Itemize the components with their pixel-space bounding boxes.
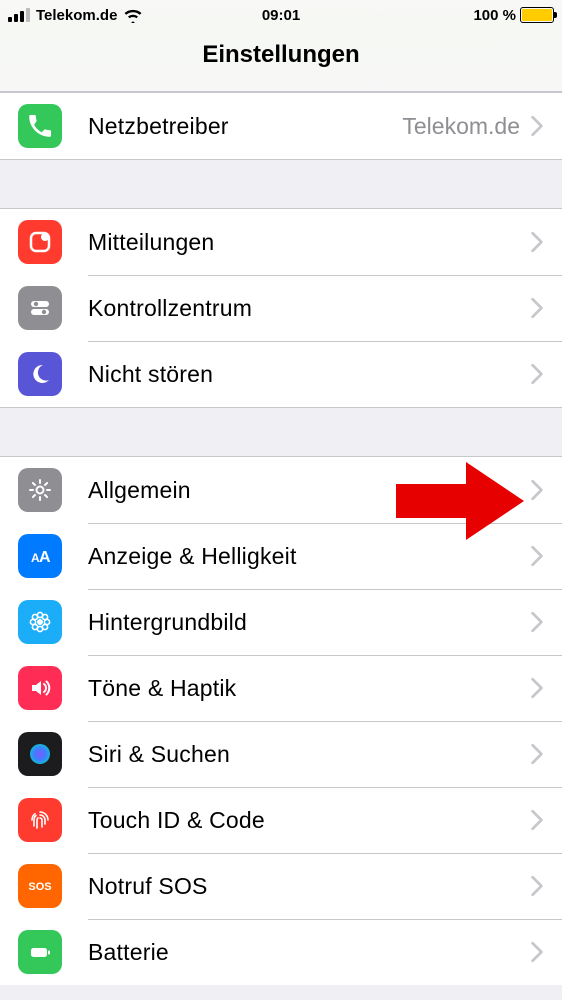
gear-icon (18, 468, 62, 512)
battery-icon (520, 7, 554, 23)
chevron-right-icon (530, 611, 544, 633)
textsize-icon (18, 534, 62, 578)
row-notifications-label: Mitteilungen (88, 229, 530, 256)
section-gap (0, 160, 562, 208)
chevron-right-icon (530, 297, 544, 319)
row-sounds-label: Töne & Haptik (88, 675, 530, 702)
row-carrier-label: Netzbetreiber (88, 113, 402, 140)
row-dnd[interactable]: Nicht stören (0, 341, 562, 407)
page-title: Einstellungen (0, 30, 562, 92)
row-sounds[interactable]: Töne & Haptik (0, 655, 562, 721)
fingerprint-icon (18, 798, 62, 842)
chevron-right-icon (530, 743, 544, 765)
settings-group-carrier: Netzbetreiber Telekom.de (0, 92, 562, 160)
phone-icon (18, 104, 62, 148)
chevron-right-icon (530, 677, 544, 699)
chevron-right-icon (530, 231, 544, 253)
row-siri[interactable]: Siri & Suchen (0, 721, 562, 787)
row-wallpaper[interactable]: Hintergrundbild (0, 589, 562, 655)
clock: 09:01 (0, 7, 562, 24)
chevron-right-icon (530, 875, 544, 897)
row-control-center-label: Kontrollzentrum (88, 295, 530, 322)
section-gap (0, 408, 562, 456)
row-sos-label: Notruf SOS (88, 873, 530, 900)
chevron-right-icon (530, 545, 544, 567)
chevron-right-icon (530, 115, 544, 137)
siri-icon (18, 732, 62, 776)
chevron-right-icon (530, 479, 544, 501)
speaker-icon (18, 666, 62, 710)
moon-icon (18, 352, 62, 396)
flower-icon (18, 600, 62, 644)
row-touchid[interactable]: Touch ID & Code (0, 787, 562, 853)
battery-icon (18, 930, 62, 974)
row-display-label: Anzeige & Helligkeit (88, 543, 530, 570)
row-dnd-label: Nicht stören (88, 361, 530, 388)
notifications-icon (18, 220, 62, 264)
row-notifications[interactable]: Mitteilungen (0, 209, 562, 275)
row-battery-label: Batterie (88, 939, 530, 966)
status-bar: Telekom.de 09:01 100 % (0, 0, 562, 30)
chevron-right-icon (530, 363, 544, 385)
chevron-right-icon (530, 941, 544, 963)
row-carrier-value: Telekom.de (402, 113, 520, 140)
sos-icon (18, 864, 62, 908)
row-general-label: Allgemein (88, 477, 530, 504)
settings-group-a: Mitteilungen Kontrollzentrum Nicht stören (0, 208, 562, 408)
row-siri-label: Siri & Suchen (88, 741, 530, 768)
row-wallpaper-label: Hintergrundbild (88, 609, 530, 636)
row-sos[interactable]: Notruf SOS (0, 853, 562, 919)
control-center-icon (18, 286, 62, 330)
row-display[interactable]: Anzeige & Helligkeit (0, 523, 562, 589)
row-general[interactable]: Allgemein (0, 457, 562, 523)
row-control-center[interactable]: Kontrollzentrum (0, 275, 562, 341)
row-battery[interactable]: Batterie (0, 919, 562, 985)
settings-group-b: Allgemein Anzeige & Helligkeit Hintergrund… (0, 456, 562, 985)
chevron-right-icon (530, 809, 544, 831)
row-touchid-label: Touch ID & Code (88, 807, 530, 834)
row-carrier[interactable]: Netzbetreiber Telekom.de (0, 93, 562, 159)
